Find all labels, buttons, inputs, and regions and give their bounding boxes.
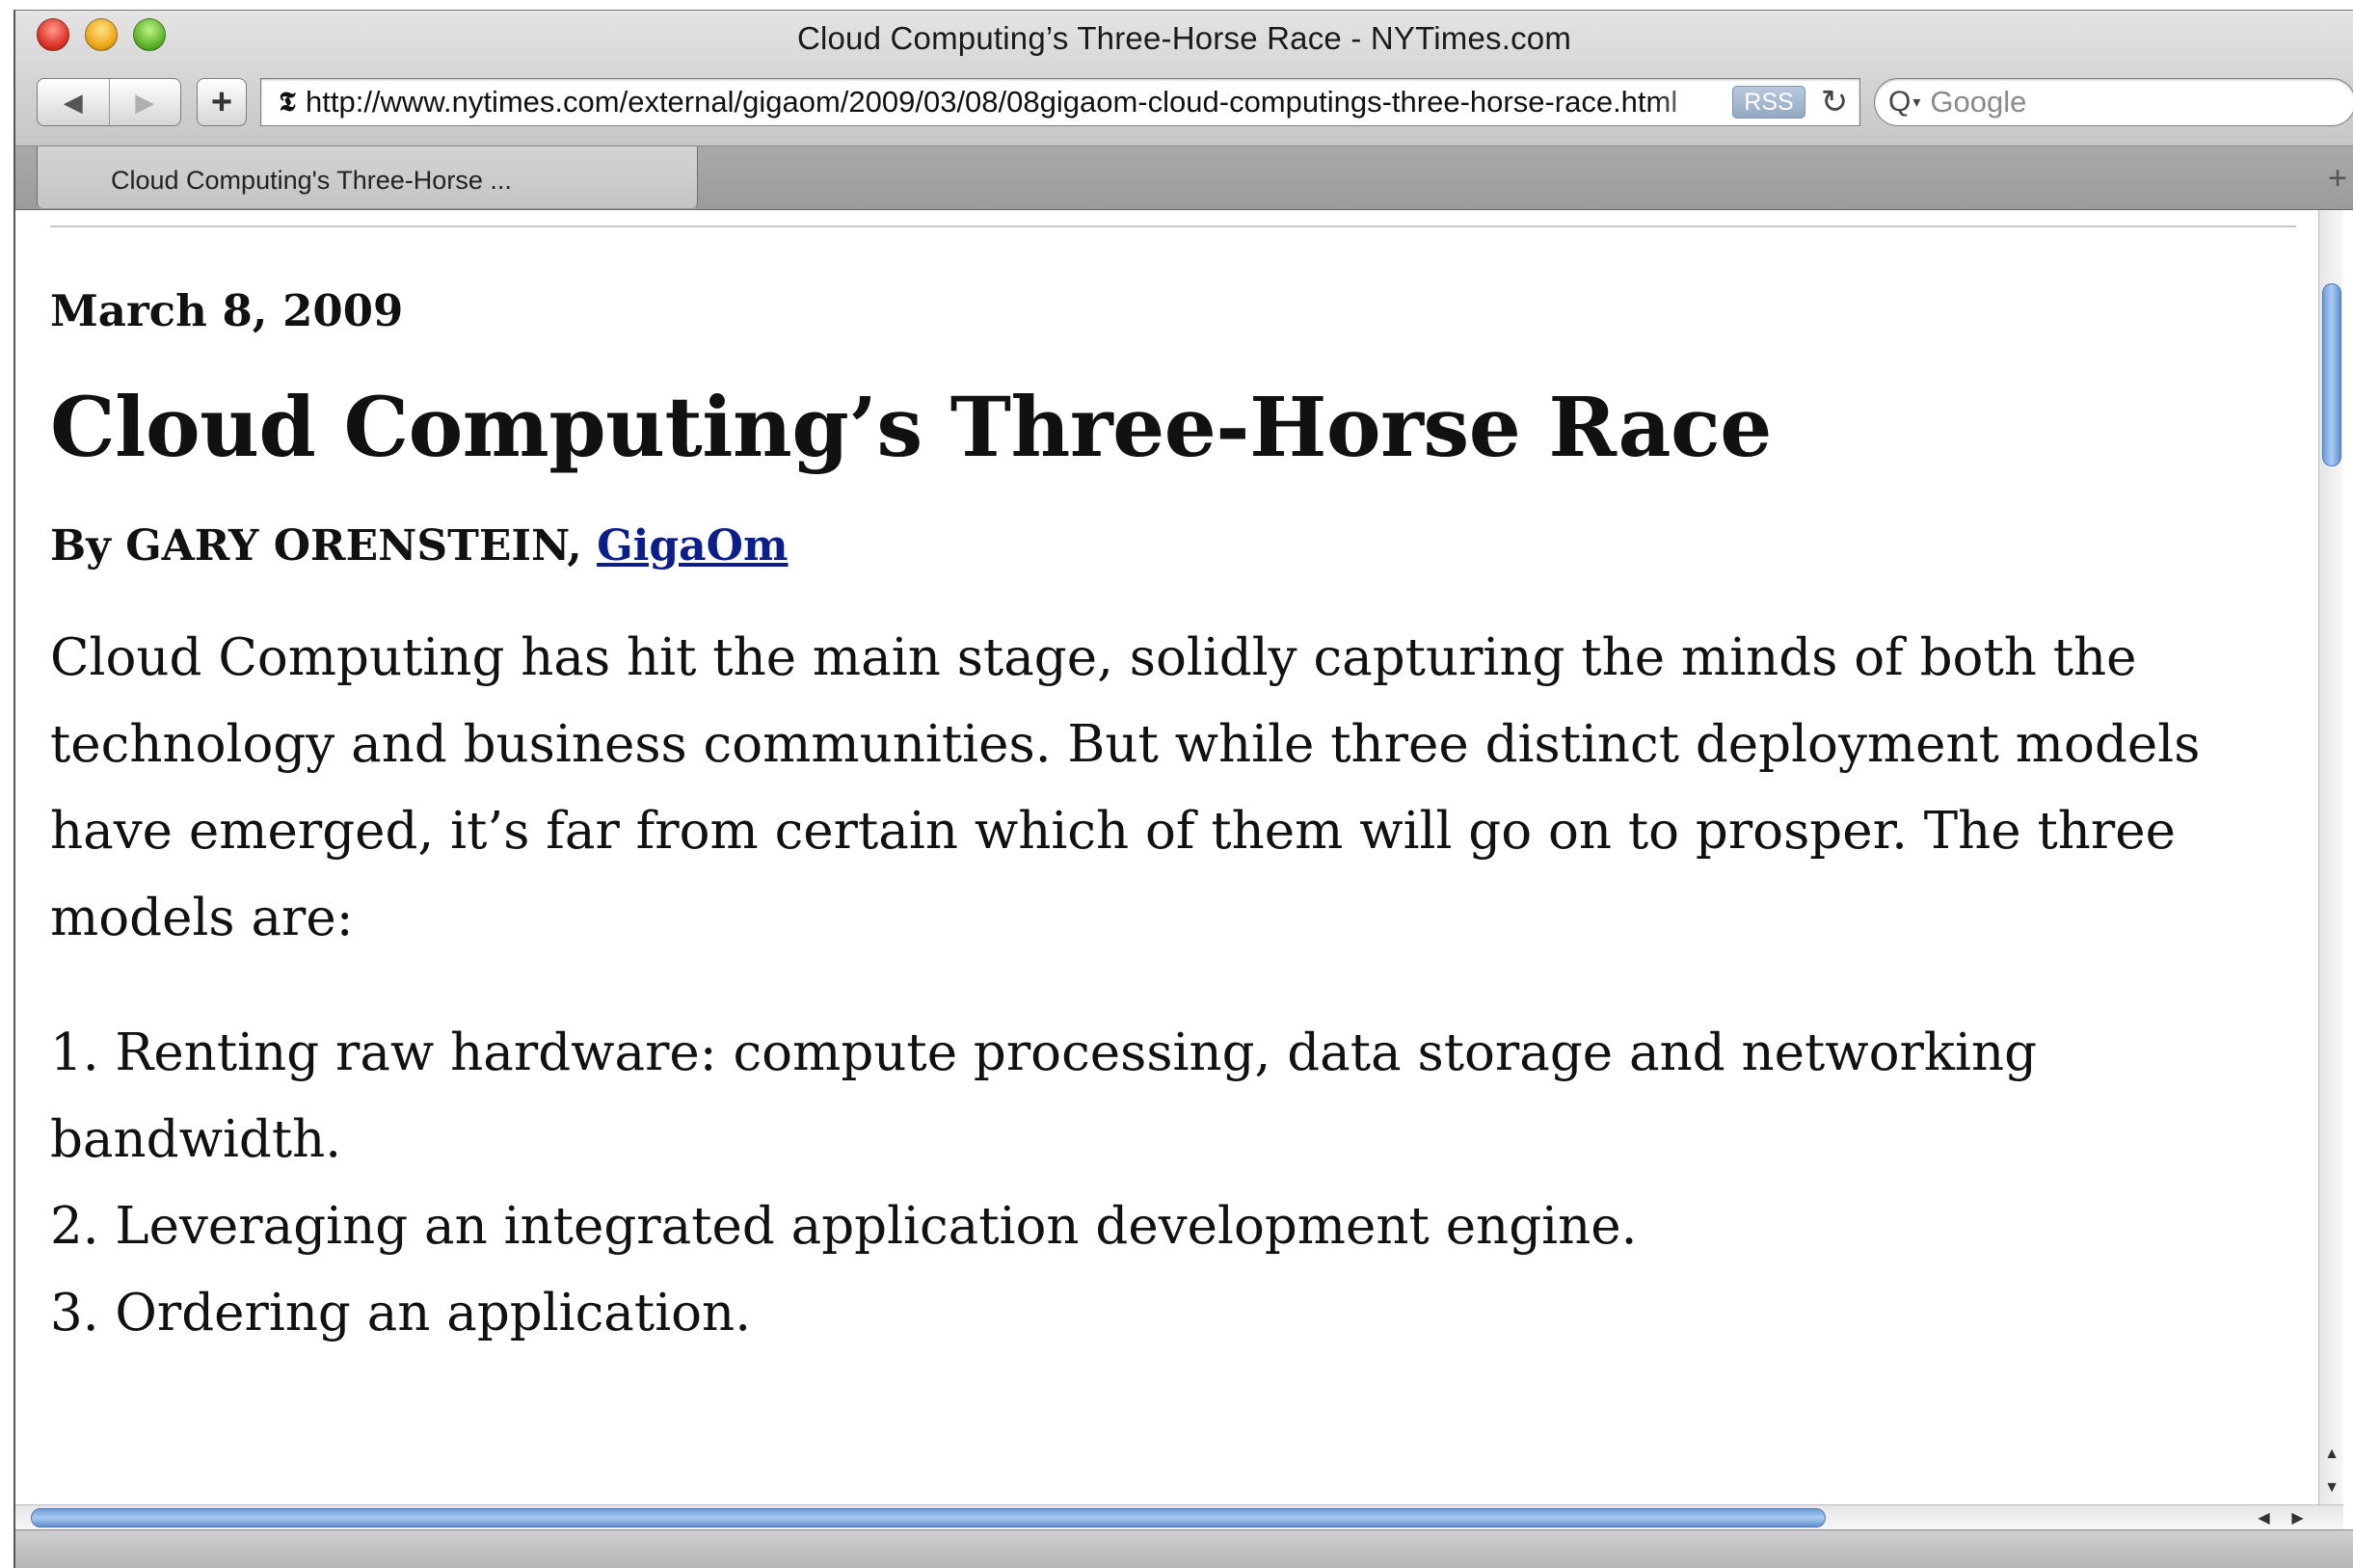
reload-icon[interactable]: ↻ <box>1813 83 1856 121</box>
back-button[interactable]: ◀ <box>38 79 109 125</box>
rss-button[interactable]: RSS <box>1732 86 1805 119</box>
list-item: 3. Ordering an application. <box>50 1284 752 1342</box>
scroll-up-icon[interactable]: ▲ <box>2324 1446 2340 1463</box>
forward-button[interactable]: ▶ <box>108 79 181 125</box>
chevron-down-icon[interactable]: ▾ <box>1912 93 1920 112</box>
page-content: March 8, 2009 Cloud Computing’s Three-Ho… <box>15 210 2343 1504</box>
browser-window: Cloud Computing’s Three-Horse Race - NYT… <box>13 10 2353 1568</box>
divider <box>50 226 2296 227</box>
scroll-left-icon[interactable]: ◀ <box>2258 1508 2269 1528</box>
tab-bar: Cloud Computing's Three-Horse ... + <box>15 146 2353 210</box>
back-forward-group: ◀ ▶ <box>37 78 181 126</box>
status-bar <box>15 1529 2353 1568</box>
plus-icon: + <box>210 81 233 122</box>
horizontal-scrollbar[interactable]: ◀ ▶ <box>15 1504 2343 1529</box>
vertical-scrollbar[interactable]: ▲ ▼ <box>2318 210 2343 1504</box>
add-bookmark-button[interactable]: + <box>197 78 247 126</box>
forward-arrow-icon: ▶ <box>135 87 155 117</box>
byline: By GARY ORENSTEIN, GigaOm <box>50 513 2296 580</box>
window-title: Cloud Computing’s Three-Horse Race - NYT… <box>796 20 1572 56</box>
scroll-down-icon[interactable]: ▼ <box>2324 1479 2340 1497</box>
url-field[interactable]: http://www.nytimes.com/external/gigaom/2… <box>306 85 1725 120</box>
address-bar[interactable]: 𝕿 http://www.nytimes.com/external/gigaom… <box>260 78 1860 126</box>
tab-label: Cloud Computing's Three-Horse ... <box>111 166 512 195</box>
new-tab-icon[interactable]: + <box>2328 160 2347 198</box>
byline-source-link[interactable]: GigaOm <box>597 521 788 571</box>
horizontal-scroll-thumb[interactable] <box>31 1508 1826 1528</box>
article: March 8, 2009 Cloud Computing’s Three-Ho… <box>50 278 2296 1357</box>
article-headline: Cloud Computing’s Three-Horse Race <box>50 380 1772 476</box>
list-item: 1. Renting raw hardware: compute process… <box>50 1023 2038 1169</box>
nytimes-favicon-icon: 𝕿 <box>279 86 296 118</box>
back-arrow-icon: ◀ <box>63 87 83 117</box>
tab-active[interactable]: Cloud Computing's Three-Horse ... <box>37 146 698 208</box>
vertical-scroll-thumb[interactable] <box>2322 283 2341 466</box>
byline-author: By GARY ORENSTEIN, <box>50 521 598 571</box>
horizontal-scroll-arrows: ◀ ▶ <box>2247 1505 2314 1530</box>
article-intro: Cloud Computing has hit the main stage, … <box>50 628 2201 947</box>
models-list: 1. Renting raw hardware: compute process… <box>50 1010 2296 1357</box>
search-field[interactable]: Q ▾ <box>1874 78 2353 126</box>
vertical-scroll-arrows: ▲ ▼ <box>2319 1437 2343 1504</box>
search-icon[interactable]: Q <box>1888 86 1911 119</box>
article-date: March 8, 2009 <box>50 285 404 336</box>
search-input[interactable] <box>1928 84 2299 120</box>
toolbar: Cloud Computing’s Three-Horse Race - NYT… <box>15 11 2353 146</box>
scroll-right-icon[interactable]: ▶ <box>2291 1508 2303 1528</box>
list-item: 2. Leveraging an integrated application … <box>50 1197 1638 1256</box>
